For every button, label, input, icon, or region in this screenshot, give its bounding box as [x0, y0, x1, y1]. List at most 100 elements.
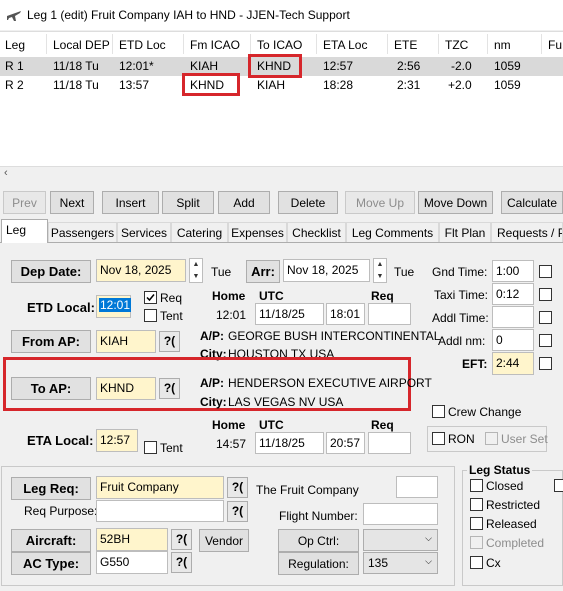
leg-req-button[interactable]: Leg Req:: [11, 477, 91, 500]
eta-tent-label: Tent: [160, 441, 183, 455]
restricted-checkbox[interactable]: [470, 498, 483, 511]
calculate-button[interactable]: Calculate: [501, 191, 563, 214]
req-checkbox[interactable]: [144, 291, 157, 304]
addl-time-checkbox[interactable]: [539, 311, 552, 324]
col-header-leg[interactable]: Leg: [5, 38, 25, 52]
arr-utc-time-field[interactable]: 20:57: [326, 432, 365, 454]
tab-bar: Leg Passengers Services Catering Expense…: [0, 219, 563, 243]
col-header-local-dep[interactable]: Local DEP: [53, 38, 110, 52]
dep-req-field[interactable]: [368, 303, 411, 325]
to-ap-button[interactable]: To AP:: [11, 377, 91, 400]
tent-checkbox[interactable]: [144, 309, 157, 322]
taxi-time-checkbox[interactable]: [539, 288, 552, 301]
gnd-time-field[interactable]: 1:00: [492, 260, 534, 282]
eft-field[interactable]: 2:44: [492, 352, 534, 375]
tab-leg[interactable]: Leg: [1, 219, 48, 243]
tab-catering[interactable]: Catering: [171, 222, 228, 242]
col-header-tzc[interactable]: TZC: [445, 38, 468, 52]
eft-checkbox[interactable]: [539, 357, 552, 370]
leg-req-lookup-button[interactable]: ?(: [227, 477, 248, 498]
from-ap-lookup-button[interactable]: ?(: [159, 331, 180, 352]
arr-day-label: Tue: [394, 265, 415, 279]
req-purpose-field[interactable]: [96, 500, 224, 522]
split-button[interactable]: Split: [162, 191, 214, 214]
ron-checkbox[interactable]: [432, 432, 445, 445]
horizontal-scrollbar[interactable]: ‹: [0, 166, 563, 181]
taxi-time-field[interactable]: 0:12: [492, 283, 534, 305]
aircraft-button[interactable]: Aircraft:: [11, 529, 91, 552]
ac-type-button[interactable]: AC Type:: [11, 552, 91, 575]
leg-req-field[interactable]: Fruit Company: [96, 476, 224, 499]
col-header-nm[interactable]: nm: [494, 38, 511, 52]
tab-passengers[interactable]: Passengers: [48, 222, 117, 242]
tab-requests[interactable]: Requests / P: [491, 222, 563, 242]
addl-time-field[interactable]: [492, 306, 534, 328]
arr-utc-date-field[interactable]: 11/18/25: [255, 432, 324, 454]
gnd-time-checkbox[interactable]: [539, 265, 552, 278]
tab-flt-plan[interactable]: Flt Plan: [439, 222, 491, 242]
tab-expenses[interactable]: Expenses: [228, 222, 287, 242]
dep-date-spinner[interactable]: ▲ ▼: [189, 258, 203, 283]
arr-date-field[interactable]: Nov 18, 2025: [283, 259, 370, 282]
col-header-to-icao[interactable]: To ICAO: [257, 38, 302, 52]
eta-local-field[interactable]: 12:57: [96, 429, 138, 452]
crew-change-label: Crew Change: [448, 405, 522, 419]
op-ctrl-dropdown[interactable]: ⌵: [363, 529, 438, 551]
cx-label: Cx: [486, 556, 501, 570]
leg-req-name: The Fruit Company: [256, 483, 359, 497]
tab-leg-comments[interactable]: Leg Comments: [346, 222, 439, 242]
highlight-box: [182, 73, 240, 96]
eta-tent-checkbox[interactable]: [144, 441, 157, 454]
scroll-left-icon[interactable]: ‹: [4, 167, 8, 179]
etd-local-field[interactable]: 12:01: [96, 295, 132, 318]
tab-checklist[interactable]: Checklist: [287, 222, 346, 242]
arr-button[interactable]: Arr:: [246, 260, 280, 283]
op-ctrl-button[interactable]: Op Ctrl:: [278, 529, 359, 552]
vendor-button[interactable]: Vendor: [199, 529, 249, 552]
aircraft-field[interactable]: 52BH: [96, 528, 168, 551]
table-row[interactable]: R 2 11/18 Tu 13:57 KHND KIAH 18:28 2:31 …: [0, 76, 563, 95]
highlight-box: [248, 54, 302, 78]
ac-type-field[interactable]: G550: [96, 551, 168, 574]
col-header-fm-icao[interactable]: Fm ICAO: [190, 38, 240, 52]
released-checkbox[interactable]: [470, 517, 483, 530]
move-up-button[interactable]: Move Up: [345, 191, 415, 214]
col-header-fuel[interactable]: Fu: [548, 38, 562, 52]
leg-req-extra-field[interactable]: [396, 476, 438, 498]
add-button[interactable]: Add: [218, 191, 270, 214]
closed-checkbox[interactable]: [470, 479, 483, 492]
from-ap-field[interactable]: KIAH: [96, 330, 156, 353]
col-header-ete[interactable]: ETE: [394, 38, 417, 52]
from-ap-button[interactable]: From AP:: [11, 330, 91, 353]
flight-number-field[interactable]: [363, 503, 438, 525]
status-extra-checkbox[interactable]: [554, 479, 563, 492]
cx-checkbox[interactable]: [470, 556, 483, 569]
tab-services[interactable]: Services: [117, 222, 171, 242]
delete-button[interactable]: Delete: [278, 191, 338, 214]
completed-checkbox[interactable]: [470, 536, 483, 549]
move-down-button[interactable]: Move Down: [418, 191, 493, 214]
col-header-eta-loc[interactable]: ETA Loc: [323, 38, 367, 52]
dep-utc-time-field[interactable]: 18:01: [326, 303, 365, 325]
next-button[interactable]: Next: [50, 191, 94, 214]
insert-button[interactable]: Insert: [102, 191, 159, 214]
arr-date-spinner[interactable]: ▲ ▼: [373, 258, 387, 283]
ac-type-lookup-button[interactable]: ?(: [171, 552, 192, 573]
regulation-button[interactable]: Regulation:: [278, 552, 359, 575]
user-set-checkbox[interactable]: [485, 432, 498, 445]
dep-date-field[interactable]: Nov 18, 2025: [96, 259, 186, 282]
dep-date-button[interactable]: Dep Date:: [11, 260, 91, 283]
dep-utc-date-field[interactable]: 11/18/25: [255, 303, 324, 325]
gnd-time-label: Gnd Time:: [432, 265, 488, 279]
prev-button[interactable]: Prev: [3, 191, 46, 214]
col-header-etd-loc[interactable]: ETD Loc: [119, 38, 166, 52]
crew-change-checkbox[interactable]: [432, 405, 445, 418]
to-ap-lookup-button[interactable]: ?(: [159, 378, 180, 399]
to-ap-field[interactable]: KHND: [96, 377, 156, 400]
arr-req-field[interactable]: [368, 432, 411, 454]
aircraft-lookup-button[interactable]: ?(: [171, 529, 192, 550]
addl-nm-checkbox[interactable]: [539, 334, 552, 347]
regulation-dropdown[interactable]: 135 ⌵: [363, 552, 438, 574]
req-purpose-lookup-button[interactable]: ?(: [227, 501, 248, 522]
addl-nm-field[interactable]: 0: [492, 329, 534, 351]
